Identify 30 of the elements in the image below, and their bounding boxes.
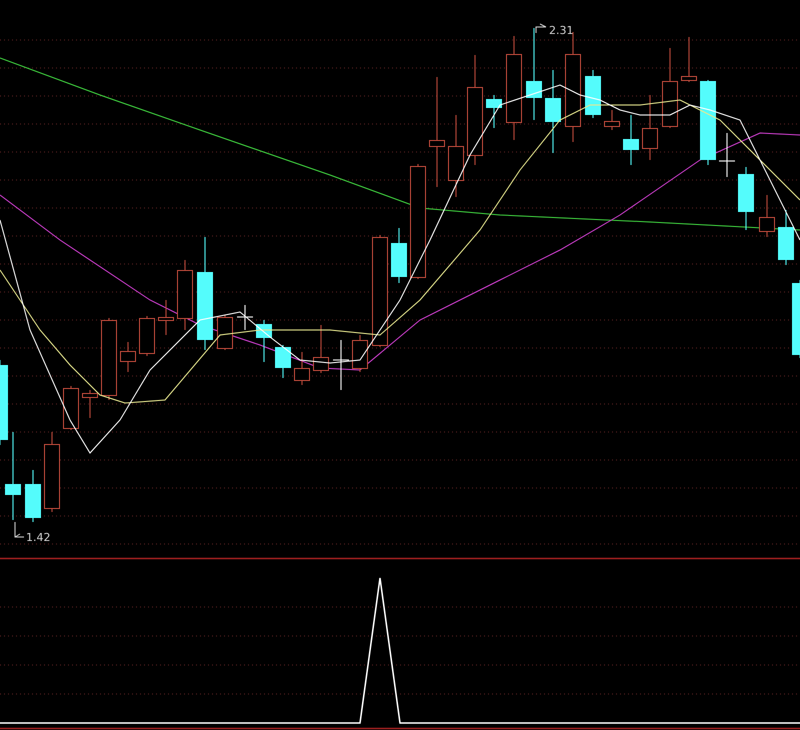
candlestick	[778, 210, 794, 266]
low-marker-icon	[14, 522, 24, 538]
candlestick	[256, 320, 272, 362]
candlestick	[352, 334, 368, 372]
candlestick	[585, 70, 601, 118]
candlestick	[623, 114, 639, 166]
low-price-label: 1.42	[26, 531, 50, 544]
candlestick	[313, 324, 329, 374]
candlestick	[236, 304, 254, 330]
candlestick	[120, 342, 136, 372]
candlestick	[486, 94, 502, 128]
candlestick	[681, 36, 697, 82]
candlestick	[332, 340, 350, 390]
candlestick	[275, 344, 291, 378]
candlestick	[738, 166, 754, 230]
high-marker-icon	[536, 24, 546, 34]
candlestick	[759, 194, 775, 238]
candlestick	[82, 390, 98, 418]
candlestick	[158, 300, 174, 336]
candlestick	[25, 470, 41, 522]
candlestick	[391, 228, 407, 284]
candlestick	[294, 352, 310, 386]
candlestick	[642, 94, 658, 160]
candlestick	[604, 110, 620, 130]
candlestick	[139, 316, 155, 356]
candlestick	[718, 132, 736, 178]
candlestick	[177, 260, 193, 330]
high-price-label: 2.31	[549, 24, 574, 37]
candlestick	[63, 386, 79, 430]
candlestick	[217, 314, 233, 350]
